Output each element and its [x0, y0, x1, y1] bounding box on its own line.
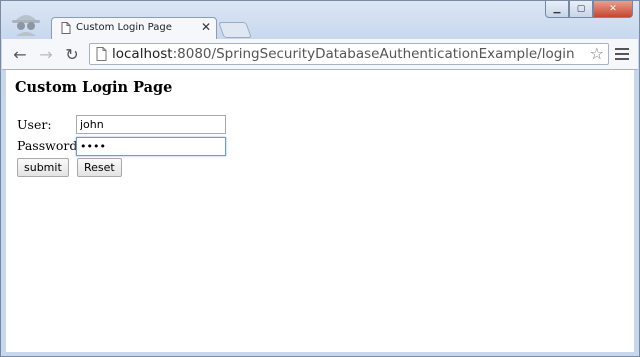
page-content: Custom Login Page User: Password: submit… — [6, 70, 634, 352]
forward-button[interactable]: → — [36, 44, 56, 64]
password-input[interactable] — [76, 137, 226, 156]
username-input[interactable] — [76, 115, 226, 134]
incognito-icon — [12, 15, 40, 36]
reset-button[interactable]: Reset — [77, 158, 122, 177]
reload-button[interactable]: ↻ — [62, 44, 82, 64]
star-icon[interactable]: ☆ — [590, 44, 604, 63]
user-label: User: — [17, 117, 52, 132]
url-text[interactable]: localhost:8080/SpringSecurityDatabaseAut… — [112, 46, 575, 62]
maximize-button[interactable]: ▢ — [569, 1, 593, 18]
submit-button[interactable]: submit — [17, 158, 69, 177]
new-tab-button[interactable] — [218, 22, 252, 38]
password-label: Password: — [17, 138, 82, 153]
page-icon — [61, 22, 71, 34]
url-path: :8080/SpringSecurityDatabaseAuthenticati… — [172, 46, 575, 62]
browser-toolbar: ← → ↻ localhost:8080/SpringSecurityDatab… — [2, 39, 638, 70]
url-host: localhost — [112, 46, 173, 62]
browser-window: Custom Login Page ✕ ▁ ▢ ✕ ← → ↻ localhos… — [0, 0, 640, 357]
window-controls: ▁ ▢ ✕ — [545, 1, 633, 18]
tab-title: Custom Login Page — [76, 22, 172, 33]
close-tab-icon[interactable]: ✕ — [201, 20, 211, 34]
close-window-button[interactable]: ✕ — [593, 1, 633, 18]
browser-tab[interactable]: Custom Login Page ✕ — [51, 17, 217, 39]
page-icon — [96, 47, 107, 61]
minimize-button[interactable]: ▁ — [545, 1, 569, 18]
menu-icon[interactable] — [614, 45, 630, 63]
page-title: Custom Login Page — [15, 79, 173, 96]
address-bar[interactable]: localhost:8080/SpringSecurityDatabaseAut… — [89, 43, 609, 65]
back-button[interactable]: ← — [10, 44, 30, 64]
